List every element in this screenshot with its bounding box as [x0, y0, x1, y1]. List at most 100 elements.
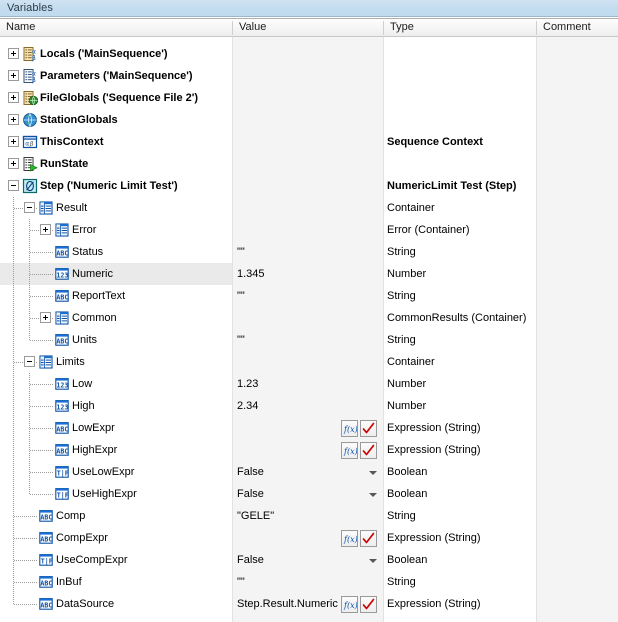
row-comment-cell[interactable]: [537, 109, 618, 131]
row-comment-cell[interactable]: [537, 329, 618, 351]
row-name-cell[interactable]: ABC LowExpr: [0, 417, 232, 439]
row-comment-cell[interactable]: [537, 571, 618, 593]
row-name-cell[interactable]: T|F UseHighExpr: [0, 483, 232, 505]
expression-builder-icon[interactable]: f(x): [341, 530, 358, 547]
row-value-cell[interactable]: "": [233, 329, 383, 351]
column-resize-handle-value[interactable]: [383, 21, 384, 35]
row-value-cell[interactable]: 1.345: [233, 263, 383, 285]
tree-row[interactable]: ABC ReportText "" String: [0, 285, 618, 307]
tree-row[interactable]: ABC InBuf "" String: [0, 571, 618, 593]
row-name-cell[interactable]: α β Locals ('MainSequence'): [0, 43, 232, 65]
tree-row[interactable]: ABC Units "" String: [0, 329, 618, 351]
tree-row[interactable]: T|F UseHighExpr False Boolean: [0, 483, 618, 505]
row-comment-cell[interactable]: [537, 351, 618, 373]
row-value-cell[interactable]: False: [233, 549, 383, 571]
row-name-cell[interactable]: α β Parameters ('MainSequence'): [0, 65, 232, 87]
row-comment-cell[interactable]: [537, 87, 618, 109]
tree-row[interactable]: Common CommonResults (Container): [0, 307, 618, 329]
row-comment-cell[interactable]: [537, 131, 618, 153]
tree-row[interactable]: Limits Container: [0, 351, 618, 373]
expand-button[interactable]: [8, 48, 19, 59]
expand-button[interactable]: [8, 92, 19, 103]
expand-button[interactable]: [8, 158, 19, 169]
validate-check-icon[interactable]: [360, 596, 377, 613]
row-name-cell[interactable]: ABC Comp: [0, 505, 232, 527]
row-comment-cell[interactable]: [537, 417, 618, 439]
tree-row[interactable]: Result Container: [0, 197, 618, 219]
row-comment-cell[interactable]: [537, 549, 618, 571]
expression-builder-icon[interactable]: f(x): [341, 442, 358, 459]
row-name-cell[interactable]: ABC HighExpr: [0, 439, 232, 461]
row-comment-cell[interactable]: [537, 483, 618, 505]
row-value-cell[interactable]: Step.Result.Numeric f(x): [233, 593, 383, 615]
row-comment-cell[interactable]: [537, 439, 618, 461]
column-header-type[interactable]: Type: [384, 19, 536, 36]
row-name-cell[interactable]: Limits: [0, 351, 232, 373]
row-comment-cell[interactable]: [537, 263, 618, 285]
row-comment-cell[interactable]: [537, 219, 618, 241]
row-comment-cell[interactable]: [537, 153, 618, 175]
row-value-cell[interactable]: [233, 65, 383, 87]
column-header-comment[interactable]: Comment: [537, 19, 618, 36]
expand-button[interactable]: [8, 136, 19, 147]
dropdown-arrow-icon[interactable]: [365, 552, 381, 569]
row-name-cell[interactable]: Result: [0, 197, 232, 219]
dropdown-arrow-icon[interactable]: [365, 486, 381, 503]
tree-row[interactable]: Error Error (Container): [0, 219, 618, 241]
row-value-cell[interactable]: [233, 175, 383, 197]
row-value-cell[interactable]: [233, 307, 383, 329]
tree-row[interactable]: ABC HighExpr f(x) Expression (String): [0, 439, 618, 461]
row-comment-cell[interactable]: [537, 175, 618, 197]
row-name-cell[interactable]: StationGlobals: [0, 109, 232, 131]
row-name-cell[interactable]: Error: [0, 219, 232, 241]
tree-row[interactable]: T|F UseLowExpr False Boolean: [0, 461, 618, 483]
tree-row[interactable]: α β Parameters ('MainSequence'): [0, 65, 618, 87]
row-name-cell[interactable]: ABC DataSource: [0, 593, 232, 615]
tree-row[interactable]: ABC Status "" String: [0, 241, 618, 263]
row-comment-cell[interactable]: [537, 395, 618, 417]
tree-row[interactable]: α β ThisContext Sequence Context: [0, 131, 618, 153]
row-value-cell[interactable]: [233, 153, 383, 175]
row-value-cell[interactable]: 2.34: [233, 395, 383, 417]
row-name-cell[interactable]: 123 Numeric: [0, 263, 232, 285]
expression-builder-icon[interactable]: f(x): [341, 420, 358, 437]
expand-button[interactable]: [8, 114, 19, 125]
expression-builder-icon[interactable]: f(x): [341, 596, 358, 613]
row-comment-cell[interactable]: [537, 527, 618, 549]
row-comment-cell[interactable]: [537, 461, 618, 483]
tree-row[interactable]: FileGlobals ('Sequence File 2'): [0, 87, 618, 109]
row-value-cell[interactable]: "": [233, 241, 383, 263]
row-name-cell[interactable]: RunState: [0, 153, 232, 175]
row-comment-cell[interactable]: [537, 241, 618, 263]
validate-check-icon[interactable]: [360, 420, 377, 437]
dropdown-arrow-icon[interactable]: [365, 464, 381, 481]
tree-row[interactable]: ABC CompExpr f(x) Expression (String): [0, 527, 618, 549]
tree-row[interactable]: α β Locals ('MainSequence'): [0, 43, 618, 65]
row-value-cell[interactable]: False: [233, 483, 383, 505]
tree-row[interactable]: ABC DataSource Step.Result.Numeric f(x) Expr…: [0, 593, 618, 615]
tree-row[interactable]: RunState: [0, 153, 618, 175]
tree-row[interactable]: StationGlobals: [0, 109, 618, 131]
row-value-cell[interactable]: False: [233, 461, 383, 483]
row-value-cell[interactable]: [233, 87, 383, 109]
column-header-value[interactable]: Value: [233, 19, 383, 36]
row-value-cell[interactable]: [233, 43, 383, 65]
row-value-cell[interactable]: "GELE": [233, 505, 383, 527]
row-name-cell[interactable]: 123 Low: [0, 373, 232, 395]
row-comment-cell[interactable]: [537, 593, 618, 615]
row-name-cell[interactable]: ABC InBuf: [0, 571, 232, 593]
collapse-button[interactable]: [24, 356, 35, 367]
tree-row[interactable]: T|F UseCompExpr False Boolean: [0, 549, 618, 571]
row-value-cell[interactable]: [233, 219, 383, 241]
column-header-name[interactable]: Name: [0, 19, 232, 36]
row-name-cell[interactable]: FileGlobals ('Sequence File 2'): [0, 87, 232, 109]
tree-row[interactable]: ABC LowExpr f(x) Expression (String): [0, 417, 618, 439]
row-comment-cell[interactable]: [537, 65, 618, 87]
tree-row[interactable]: 123 Low 1.23 Number: [0, 373, 618, 395]
expand-button[interactable]: [40, 312, 51, 323]
row-name-cell[interactable]: Step ('Numeric Limit Test'): [0, 175, 232, 197]
row-name-cell[interactable]: 123 High: [0, 395, 232, 417]
expand-button[interactable]: [8, 70, 19, 81]
collapse-button[interactable]: [8, 180, 19, 191]
tree-row[interactable]: 123 High 2.34 Number: [0, 395, 618, 417]
